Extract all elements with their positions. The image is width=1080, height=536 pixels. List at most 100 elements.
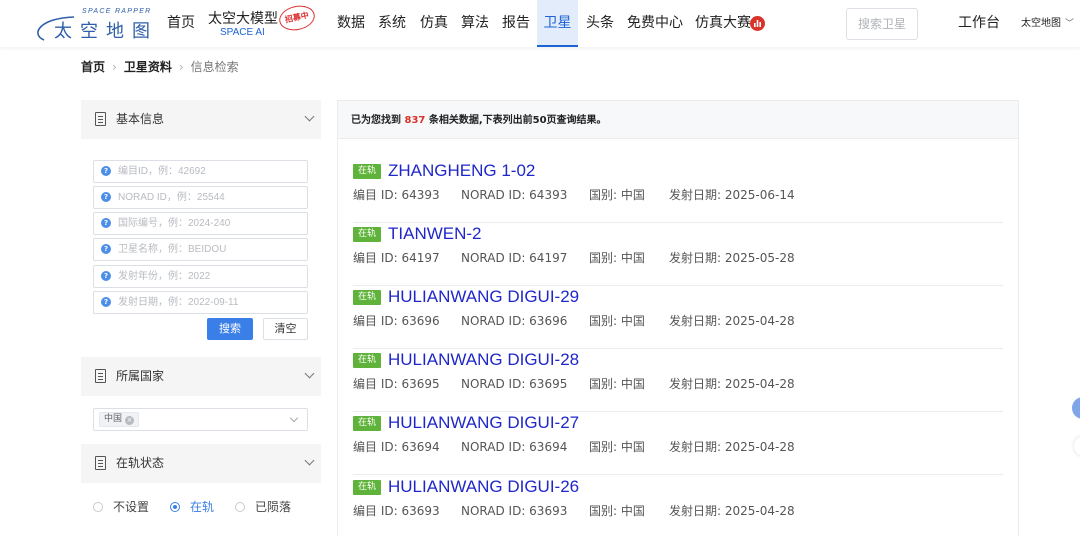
floating-assistant-button[interactable]	[1072, 397, 1080, 419]
workbench-link[interactable]: 工作台	[958, 0, 1000, 47]
satellite-search-input[interactable]: 搜索卫星	[846, 8, 918, 40]
satellite-name-link[interactable]: HULIANWANG DIGUI-26	[388, 476, 579, 498]
launch-date: 发射日期: 2025-04-28	[669, 314, 795, 328]
nav-free-center[interactable]: 免费中心	[627, 0, 683, 47]
user-name: 太空地图	[1021, 18, 1061, 29]
country: 国别: 中国	[589, 504, 645, 518]
status-badge: 在轨	[353, 353, 381, 368]
launch-date: 发射日期: 2025-04-28	[669, 440, 795, 454]
site-logo[interactable]: SPACE RAPPER 太空地图	[34, 8, 160, 42]
country: 国别: 中国	[589, 251, 645, 265]
radio-checked-icon	[170, 502, 180, 512]
space-ai-subtitle: SPACE AI	[220, 27, 265, 38]
catalog-id: 编目 ID: 63693	[353, 504, 440, 518]
intl-designator-field[interactable]: ?	[93, 212, 308, 235]
nav-data[interactable]: 数据	[337, 0, 365, 47]
basic-info-header[interactable]: 基本信息	[81, 100, 321, 139]
result-item: 在轨 HULIANWANG DIGUI-28 编目 ID: 63695 NORA…	[353, 349, 1003, 412]
nav-satellite[interactable]: 卫星	[537, 0, 578, 47]
norad-id-field[interactable]: ?	[93, 186, 308, 209]
country-header[interactable]: 所属国家	[81, 357, 321, 396]
nav-report[interactable]: 报告	[502, 0, 530, 47]
breadcrumb-section[interactable]: 卫星资料	[124, 60, 172, 74]
result-item: 在轨 HULIANWANG DIGUI-27 编目 ID: 63694 NORA…	[353, 412, 1003, 475]
country-tag: 中国 ×	[99, 412, 140, 427]
satellite-name-link[interactable]: HULIANWANG DIGUI-27	[388, 412, 579, 434]
intl-designator-input[interactable]	[118, 215, 303, 232]
nav-headlines[interactable]: 头条	[586, 0, 614, 47]
orbit-status-title: 在轨状态	[116, 456, 165, 470]
launch-year-input[interactable]	[118, 268, 303, 285]
catalog-id: 编目 ID: 63696	[353, 314, 440, 328]
country-select[interactable]: 中国 ×	[93, 408, 308, 431]
top-navigation: SPACE RAPPER 太空地图 首页 太空大模型 SPACE AI 招募中 …	[0, 0, 1080, 47]
help-icon: ?	[101, 297, 111, 307]
country-title: 所属国家	[116, 369, 165, 383]
satellite-name-input[interactable]	[118, 241, 303, 258]
user-menu[interactable]: 太空地图 ﹀	[1021, 0, 1074, 47]
radio-label: 在轨	[190, 500, 215, 514]
launch-year-field[interactable]: ?	[93, 265, 308, 288]
orbit-status-header[interactable]: 在轨状态	[81, 444, 321, 483]
launch-date: 发射日期: 2025-06-14	[669, 188, 795, 202]
help-icon: ?	[101, 166, 111, 176]
chevron-down-icon	[304, 368, 315, 379]
nav-home[interactable]: 首页	[167, 0, 195, 47]
help-icon: ?	[101, 244, 111, 254]
result-item: 在轨 HULIANWANG DIGUI-29 编目 ID: 63696 NORA…	[353, 286, 1003, 349]
search-button[interactable]: 搜索	[207, 318, 253, 340]
country: 国别: 中国	[589, 377, 645, 391]
breadcrumb-separator-icon: ›	[178, 60, 184, 74]
floating-side-button[interactable]	[1074, 436, 1080, 456]
radio-icon	[235, 502, 245, 512]
help-icon: ?	[101, 271, 111, 281]
norad-id: NORAD ID: 64393	[461, 188, 568, 202]
norad-id: NORAD ID: 63694	[461, 440, 568, 454]
status-badge: 在轨	[353, 480, 381, 495]
logo-tagline: SPACE RAPPER	[82, 8, 152, 15]
country-tag-label: 中国	[104, 414, 123, 424]
catalog-id-input[interactable]	[118, 163, 303, 180]
status-badge: 在轨	[353, 416, 381, 431]
catalog-id: 编目 ID: 64197	[353, 251, 440, 265]
satellite-name-field[interactable]: ?	[93, 238, 308, 261]
norad-id: NORAD ID: 63693	[461, 504, 568, 518]
norad-id-input[interactable]	[118, 189, 303, 206]
satellite-name-link[interactable]: HULIANWANG DIGUI-28	[388, 349, 579, 371]
summary-prefix: 已为您找到	[351, 115, 405, 126]
nav-simulation[interactable]: 仿真	[420, 0, 448, 47]
clear-button[interactable]: 清空	[263, 318, 308, 340]
result-item: 在轨 TIANWEN-2 编目 ID: 64197 NORAD ID: 6419…	[353, 223, 1003, 286]
norad-id: NORAD ID: 63696	[461, 314, 568, 328]
chevron-down-icon	[289, 413, 299, 423]
radio-label: 不设置	[113, 500, 150, 514]
results-summary-bar: 已为您找到 837 条相关数据,下表列出前50页查询结果。	[338, 101, 1018, 139]
nav-system[interactable]: 系统	[378, 0, 406, 47]
satellite-name-link[interactable]: TIANWEN-2	[388, 223, 482, 245]
document-icon	[95, 456, 106, 470]
basic-info-title: 基本信息	[116, 112, 165, 126]
launch-date-input[interactable]	[118, 294, 303, 311]
chevron-down-icon	[304, 111, 315, 122]
nav-sim-contest[interactable]: 仿真大赛	[695, 0, 751, 47]
result-item: 在轨 ZHANGHENG 1-02 编目 ID: 64393 NORAD ID:…	[353, 160, 1003, 223]
norad-id: NORAD ID: 63695	[461, 377, 568, 391]
remove-tag-icon[interactable]: ×	[125, 416, 135, 425]
hot-icon	[750, 16, 765, 31]
country: 国别: 中国	[589, 440, 645, 454]
document-icon	[95, 369, 106, 383]
breadcrumb-home[interactable]: 首页	[81, 60, 105, 74]
catalog-id-field[interactable]: ?	[93, 160, 308, 183]
launch-date: 发射日期: 2025-04-28	[669, 377, 795, 391]
results-summary: 已为您找到 837 条相关数据,下表列出前50页查询结果。	[351, 101, 607, 141]
help-icon: ?	[101, 218, 111, 228]
result-item: 在轨 HULIANWANG DIGUI-26 编目 ID: 63693 NORA…	[353, 476, 1003, 536]
nav-algorithm[interactable]: 算法	[461, 0, 489, 47]
launch-date-field[interactable]: ?	[93, 291, 308, 314]
nav-space-ai[interactable]: 太空大模型 SPACE AI 招募中	[208, 2, 318, 40]
breadcrumb: 首页 › 卫星资料 › 信息检索	[81, 58, 239, 75]
satellite-name-link[interactable]: HULIANWANG DIGUI-29	[388, 286, 579, 308]
catalog-id: 编目 ID: 63694	[353, 440, 440, 454]
satellite-name-link[interactable]: ZHANGHENG 1-02	[388, 160, 535, 182]
logo-name: 太空地图	[54, 21, 158, 42]
